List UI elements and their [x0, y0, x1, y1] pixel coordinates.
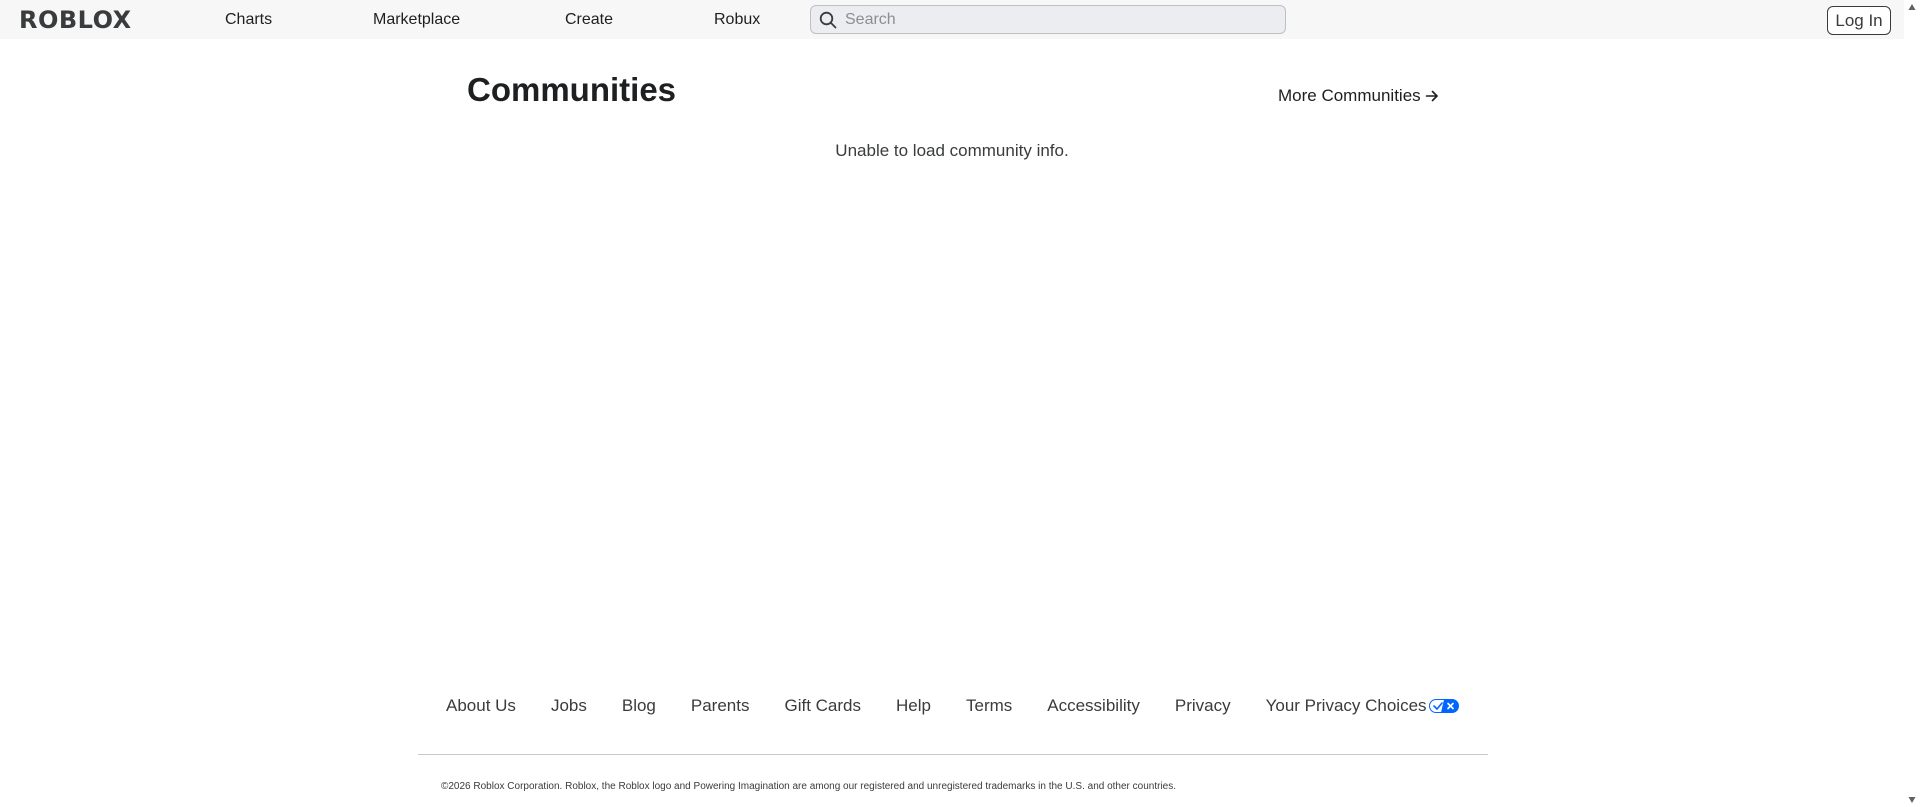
page-scrollbar[interactable] [1904, 0, 1920, 807]
footer-link-jobs[interactable]: Jobs [551, 694, 587, 718]
scroll-up-icon[interactable] [1908, 3, 1916, 11]
footer-link-your-privacy-choices[interactable]: Your Privacy Choices [1266, 694, 1459, 718]
footer-link-terms[interactable]: Terms [966, 694, 1012, 718]
more-communities-link[interactable]: More Communities [1278, 85, 1439, 107]
page-title: Communities [467, 71, 677, 108]
footer-link-privacy[interactable]: Privacy [1175, 694, 1231, 718]
footer-link-blog[interactable]: Blog [622, 694, 656, 718]
status-message: Unable to load community info. [835, 141, 1069, 160]
nav-marketplace[interactable]: Marketplace [373, 10, 460, 30]
privacy-choices-icon [1428, 699, 1459, 713]
top-navigation-bar: ROBLOX Charts Marketplace Create Robux L… [0, 0, 1904, 39]
scroll-down-icon[interactable] [1908, 796, 1916, 804]
footer-divider [418, 754, 1488, 755]
arrow-right-icon [1425, 90, 1438, 102]
footer-link-accessibility[interactable]: Accessibility [1047, 694, 1140, 718]
login-button[interactable]: Log In [1827, 6, 1891, 35]
footer-links: About Us Jobs Blog Parents Gift Cards He… [446, 694, 1459, 718]
footer-link-help[interactable]: Help [896, 694, 931, 718]
footer-link-gift-cards[interactable]: Gift Cards [784, 694, 861, 718]
search-box[interactable] [810, 5, 1286, 34]
search-icon [811, 6, 845, 33]
more-communities-label: More Communities [1278, 86, 1421, 105]
copyright-text: ©2026 Roblox Corporation. Roblox, the Ro… [441, 781, 1177, 792]
search-input[interactable] [845, 6, 1275, 33]
nav-create[interactable]: Create [565, 10, 613, 30]
nav-robux[interactable]: Robux [714, 10, 760, 30]
footer-link-parents[interactable]: Parents [691, 694, 750, 718]
footer-link-about-us[interactable]: About Us [446, 694, 516, 718]
roblox-logo[interactable]: ROBLOX [19, 8, 132, 32]
nav-charts[interactable]: Charts [225, 10, 272, 30]
privacy-choices-label: Your Privacy Choices [1265, 696, 1427, 715]
